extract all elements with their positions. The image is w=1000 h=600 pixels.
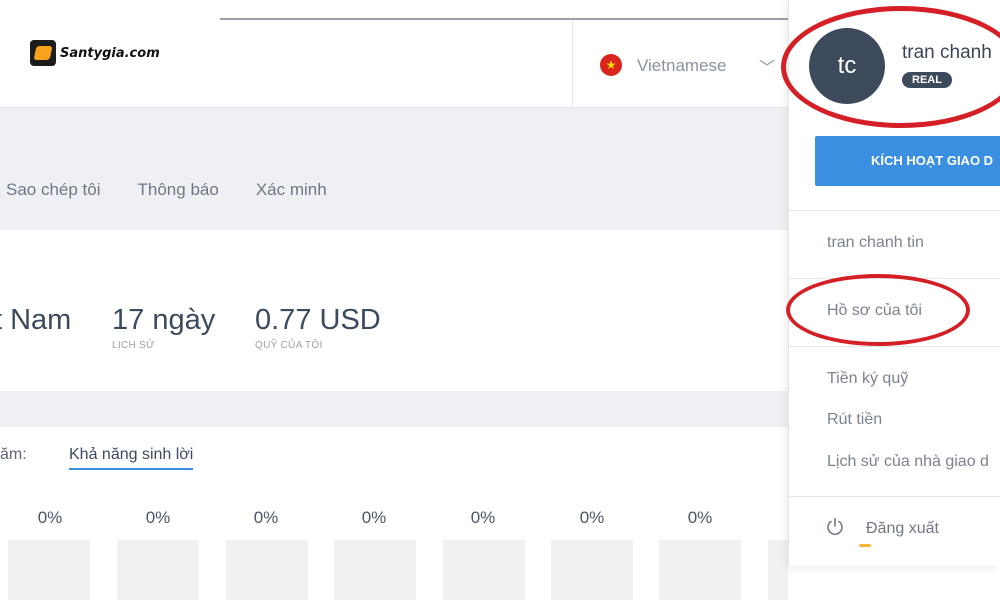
percentage-value: 0% <box>253 508 279 527</box>
section-divider <box>0 391 790 427</box>
stat-country-value: t Nam <box>0 304 72 336</box>
stats-panel: t Nam 17 ngày LỊCH SỬ 0.77 USD QUỸ CỦA T… <box>0 231 790 391</box>
chevron-down-icon: ﹀ <box>759 60 776 77</box>
menu-item-withdraw[interactable]: Rút tiền <box>827 411 882 429</box>
logo-text: Santygia.com <box>60 45 160 61</box>
stat-history: 17 ngày LỊCH SỬ <box>112 304 215 351</box>
vietnam-flag-icon: ★ <box>600 54 622 76</box>
profit-bar <box>768 540 788 600</box>
menu-item-deposit[interactable]: Tiền ký quỹ <box>827 370 908 388</box>
tab-sao-chep-toi[interactable]: Sao chép tôi <box>6 180 101 200</box>
profit-bar <box>659 540 741 600</box>
profit-bar <box>8 540 90 600</box>
activate-trading-button[interactable]: KÍCH HOẠT GIAO D <box>815 136 1000 186</box>
top-header: Santygia.com ★ Vietnamese ﹀ <box>0 20 790 108</box>
percentage-value: 0% <box>145 508 171 527</box>
user-name: tran chanh <box>902 42 992 63</box>
stat-funds-label: QUỸ CỦA TÔI <box>255 340 323 351</box>
profit-bar <box>443 540 525 600</box>
logo-icon <box>30 40 56 66</box>
power-icon <box>827 517 843 535</box>
menu-item-my-profile[interactable]: Hồ sơ của tôi <box>827 302 922 320</box>
year-label: ăm: <box>0 446 27 463</box>
user-dropdown-menu: tc tran chanh REAL KÍCH HOẠT GIAO D tran… <box>788 0 1000 566</box>
percentage-value: 0% <box>37 508 63 527</box>
profit-bar <box>226 540 308 600</box>
account-type-badge: REAL <box>902 72 952 88</box>
stat-funds-value: 0.77 USD <box>255 304 381 336</box>
percentage-value: 0% <box>579 508 605 527</box>
stat-country: t Nam <box>0 304 71 337</box>
profit-bar <box>117 540 199 600</box>
avatar[interactable]: tc <box>809 28 885 104</box>
logout-underline <box>859 544 871 547</box>
menu-divider <box>789 496 1000 497</box>
profile-tabs: Sao chép tôi Thông báo Xác minh <box>6 180 327 200</box>
percentage-value: 0% <box>470 508 496 527</box>
menu-item-trader-history[interactable]: Lịch sử của nhà giao d <box>827 453 989 471</box>
logout-button[interactable]: Đăng xuất <box>866 520 939 538</box>
menu-divider <box>789 346 1000 347</box>
stat-history-value: 17 ngày <box>112 304 216 336</box>
menu-divider <box>789 278 1000 279</box>
percentage-value: 0% <box>687 508 713 527</box>
language-selector[interactable]: ★ Vietnamese ﹀ <box>572 20 790 108</box>
profit-bar <box>334 540 416 600</box>
stat-funds: 0.77 USD QUỸ CỦA TÔI <box>255 304 381 351</box>
menu-divider <box>789 210 1000 211</box>
account-name-item[interactable]: tran chanh tin <box>827 234 924 252</box>
site-logo[interactable]: Santygia.com <box>30 40 160 66</box>
profit-bar <box>551 540 633 600</box>
stat-history-label: LỊCH SỬ <box>112 340 155 351</box>
tabs-band <box>0 108 790 230</box>
tab-thong-bao[interactable]: Thông báo <box>138 180 219 200</box>
language-label: Vietnamese <box>637 56 727 75</box>
tab-xac-minh[interactable]: Xác minh <box>256 180 327 200</box>
profitability-tab[interactable]: Khả năng sinh lời <box>69 446 194 470</box>
percentage-value: 0% <box>361 508 387 527</box>
